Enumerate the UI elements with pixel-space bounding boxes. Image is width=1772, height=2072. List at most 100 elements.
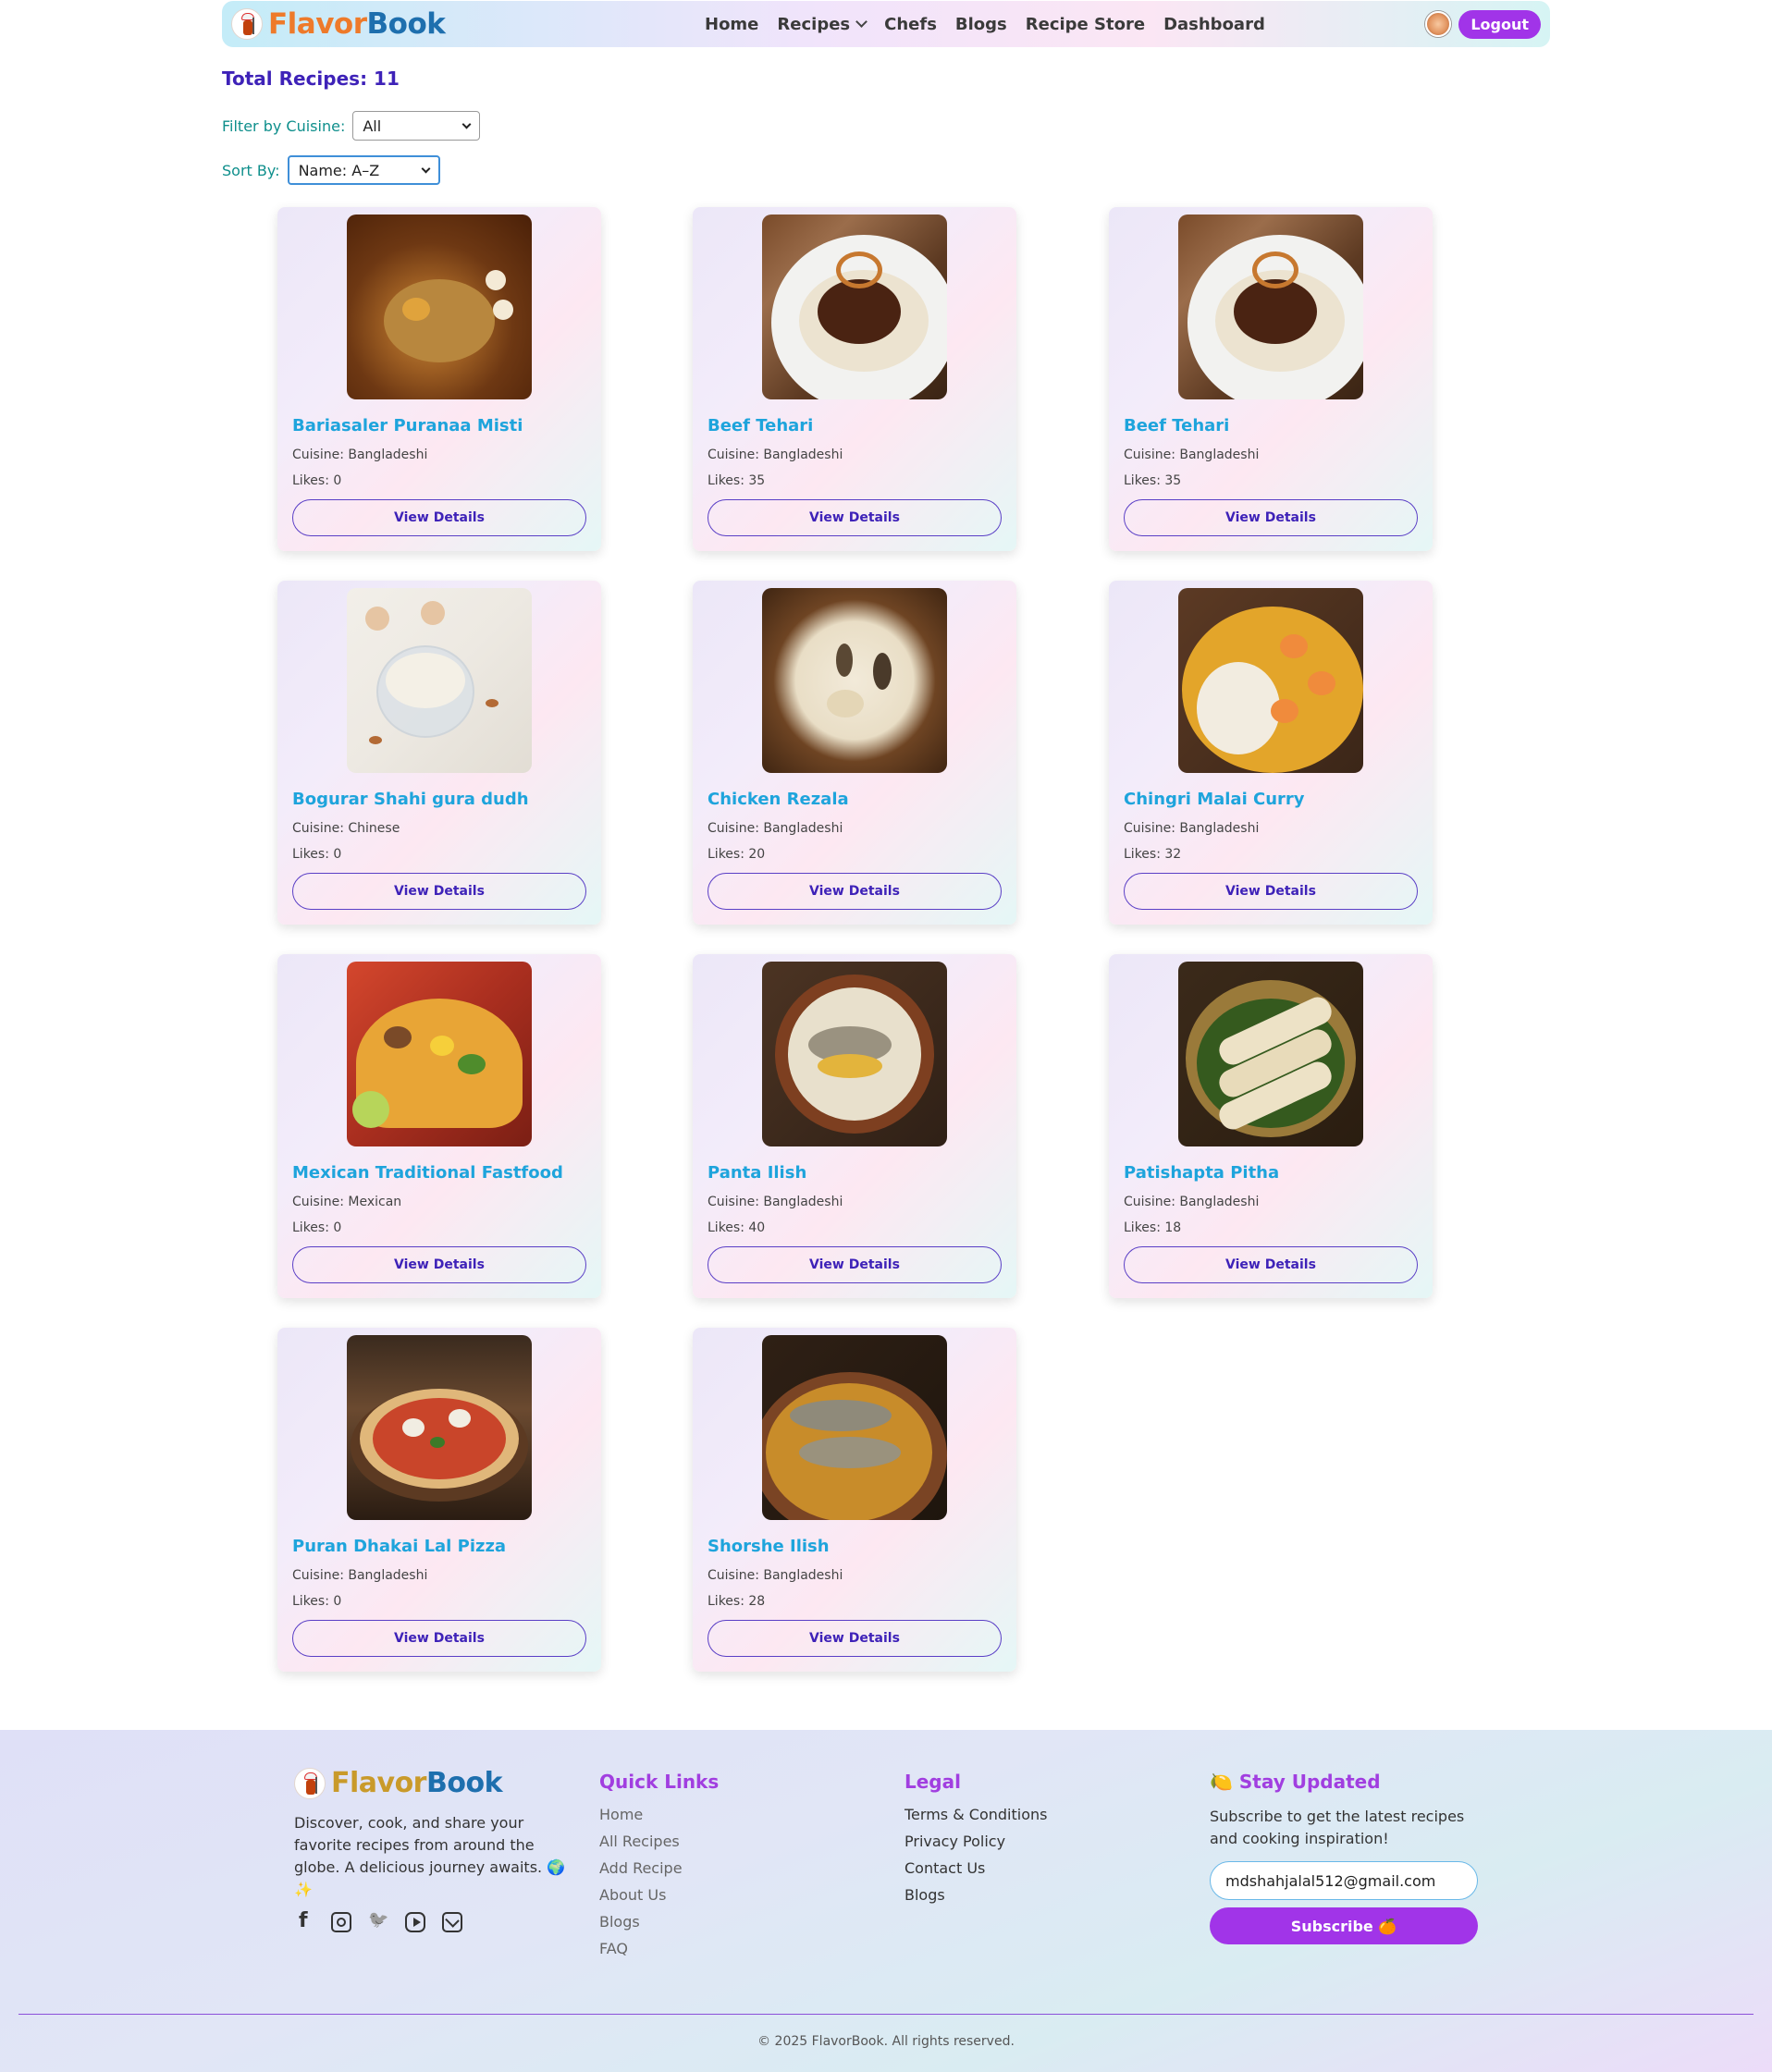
brand-logo[interactable]: FlavorBook: [231, 7, 446, 41]
subscribe-email-input[interactable]: mdshahjalal512@gmail.com: [1210, 1861, 1478, 1900]
footer-subscribe-column: 🍋 Stay Updated Subscribe to get the late…: [1210, 1767, 1487, 1944]
recipe-likes: Likes: 0: [292, 1594, 342, 1609]
footer-legal-column: Legal Terms & Conditions Privacy Policy …: [904, 1767, 1047, 1913]
stay-updated-heading: 🍋 Stay Updated: [1210, 1771, 1381, 1793]
recipe-card: Mexican Traditional Fastfood Cuisine: Me…: [277, 954, 601, 1298]
footer-link-add-recipe[interactable]: Add Recipe: [599, 1859, 719, 1877]
recipe-cuisine: Cuisine: Bangladeshi: [708, 448, 843, 462]
nav-recipe-store[interactable]: Recipe Store: [1026, 15, 1145, 34]
recipe-title[interactable]: Puran Dhakai Lal Pizza: [292, 1537, 506, 1556]
recipe-title[interactable]: Bogurar Shahi gura dudh: [292, 790, 529, 809]
brand-name: FlavorBook: [268, 7, 446, 41]
footer-link-terms[interactable]: Terms & Conditions: [904, 1806, 1047, 1823]
view-details-button[interactable]: View Details: [708, 873, 1002, 910]
recipe-image: [762, 215, 947, 399]
sort-value: Name: A–Z: [298, 161, 380, 179]
footer-link-faq[interactable]: FAQ: [599, 1940, 719, 1957]
recipe-image: [1178, 962, 1363, 1146]
recipe-cuisine: Cuisine: Bangladeshi: [708, 821, 843, 836]
recipe-image: [762, 1335, 947, 1520]
view-details-button[interactable]: View Details: [1124, 1246, 1418, 1283]
recipe-card: Panta Ilish Cuisine: Bangladeshi Likes: …: [693, 954, 1016, 1298]
recipe-image: [1178, 215, 1363, 399]
recipe-image: [347, 1335, 532, 1520]
recipe-likes: Likes: 0: [292, 473, 342, 488]
recipe-title[interactable]: Bariasaler Puranaa Misti: [292, 416, 523, 435]
mail-icon[interactable]: [442, 1912, 462, 1932]
footer-logo[interactable]: FlavorBook: [294, 1767, 572, 1799]
recipe-cuisine: Cuisine: Bangladeshi: [1124, 1195, 1260, 1209]
view-details-button[interactable]: View Details: [708, 1620, 1002, 1657]
footer-link-blogs[interactable]: Blogs: [599, 1913, 719, 1931]
nav-dashboard[interactable]: Dashboard: [1163, 15, 1265, 34]
youtube-icon[interactable]: [405, 1912, 425, 1932]
recipe-cuisine: Cuisine: Bangladeshi: [708, 1195, 843, 1209]
facebook-icon[interactable]: [294, 1909, 314, 1932]
recipe-card: Beef Tehari Cuisine: Bangladeshi Likes: …: [693, 207, 1016, 551]
navbar: FlavorBook Home Recipes Chefs Blogs Reci…: [222, 1, 1550, 47]
subscribe-description: Subscribe to get the latest recipes and …: [1210, 1808, 1465, 1847]
recipe-image: [347, 215, 532, 399]
view-details-button[interactable]: View Details: [708, 1246, 1002, 1283]
user-avatar[interactable]: [1425, 11, 1452, 37]
recipe-likes: Likes: 0: [292, 847, 342, 862]
recipe-likes: Likes: 20: [708, 847, 766, 862]
recipe-title[interactable]: Beef Tehari: [1124, 416, 1229, 435]
recipe-title[interactable]: Mexican Traditional Fastfood: [292, 1163, 563, 1183]
sort-select[interactable]: Name: A–Z: [287, 155, 440, 185]
subscribe-button[interactable]: Subscribe 🍊: [1210, 1907, 1478, 1944]
view-details-button[interactable]: View Details: [1124, 873, 1418, 910]
recipe-title[interactable]: Chingri Malai Curry: [1124, 790, 1305, 809]
recipe-likes: Likes: 0: [292, 1220, 342, 1235]
footer-link-contact[interactable]: Contact Us: [904, 1859, 1047, 1877]
recipe-card: Bariasaler Puranaa Misti Cuisine: Bangla…: [277, 207, 601, 551]
view-details-button[interactable]: View Details: [292, 1246, 586, 1283]
social-links: [294, 1909, 572, 1932]
recipe-title[interactable]: Beef Tehari: [708, 416, 813, 435]
recipe-title[interactable]: Chicken Rezala: [708, 790, 849, 809]
view-details-button[interactable]: View Details: [292, 873, 586, 910]
nav-home[interactable]: Home: [705, 15, 758, 34]
cuisine-filter-select[interactable]: All: [352, 111, 481, 141]
footer-brand-book: Book: [425, 1767, 503, 1799]
view-details-button[interactable]: View Details: [292, 1620, 586, 1657]
recipe-title[interactable]: Patishapta Pitha: [1124, 1163, 1279, 1183]
logout-button[interactable]: Logout: [1458, 9, 1541, 39]
footer-brand-column: FlavorBook Discover, cook, and share you…: [294, 1767, 572, 1932]
recipe-likes: Likes: 28: [708, 1594, 766, 1609]
recipe-title[interactable]: Shorshe Ilish: [708, 1537, 830, 1556]
footer-link-privacy[interactable]: Privacy Policy: [904, 1833, 1047, 1850]
recipe-card: Shorshe Ilish Cuisine: Bangladeshi Likes…: [693, 1328, 1016, 1672]
recipe-title[interactable]: Panta Ilish: [708, 1163, 806, 1183]
recipe-cuisine: Cuisine: Bangladeshi: [292, 1568, 428, 1583]
recipe-card: Beef Tehari Cuisine: Bangladeshi Likes: …: [1109, 207, 1433, 551]
footer-link-legal-blogs[interactable]: Blogs: [904, 1886, 1047, 1904]
recipe-card: Puran Dhakai Lal Pizza Cuisine: Banglade…: [277, 1328, 601, 1672]
footer-link-home[interactable]: Home: [599, 1806, 719, 1823]
chevron-down-icon: [461, 119, 472, 129]
recipe-cuisine: Cuisine: Bangladeshi: [1124, 821, 1260, 836]
nav-recipes-dropdown[interactable]: Recipes: [777, 15, 868, 34]
filter-row: Filter by Cuisine: All: [222, 111, 481, 141]
view-details-button[interactable]: View Details: [1124, 499, 1418, 536]
recipe-image: [347, 962, 532, 1146]
nav-chefs[interactable]: Chefs: [884, 15, 937, 34]
nav-links: Home Recipes Chefs Blogs Recipe Store Da…: [705, 1, 1265, 47]
quick-links-heading: Quick Links: [599, 1771, 720, 1793]
recipe-cuisine: Cuisine: Bangladeshi: [708, 1568, 843, 1583]
view-details-button[interactable]: View Details: [292, 499, 586, 536]
footer-link-about-us[interactable]: About Us: [599, 1886, 719, 1904]
instagram-icon[interactable]: [331, 1912, 351, 1932]
recipe-image: [1178, 588, 1363, 773]
recipe-card: Bogurar Shahi gura dudh Cuisine: Chinese…: [277, 581, 601, 925]
recipe-likes: Likes: 18: [1124, 1220, 1182, 1235]
twitter-icon[interactable]: [368, 1912, 388, 1932]
nav-blogs[interactable]: Blogs: [955, 15, 1007, 34]
view-details-button[interactable]: View Details: [708, 499, 1002, 536]
recipe-cuisine: Cuisine: Bangladeshi: [292, 448, 428, 462]
footer-link-all-recipes[interactable]: All Recipes: [599, 1833, 719, 1850]
chef-logo-icon: [231, 8, 263, 40]
chevron-down-icon: [421, 164, 431, 173]
brand-flavor: Flavor: [268, 7, 367, 41]
recipe-image: [762, 962, 947, 1146]
